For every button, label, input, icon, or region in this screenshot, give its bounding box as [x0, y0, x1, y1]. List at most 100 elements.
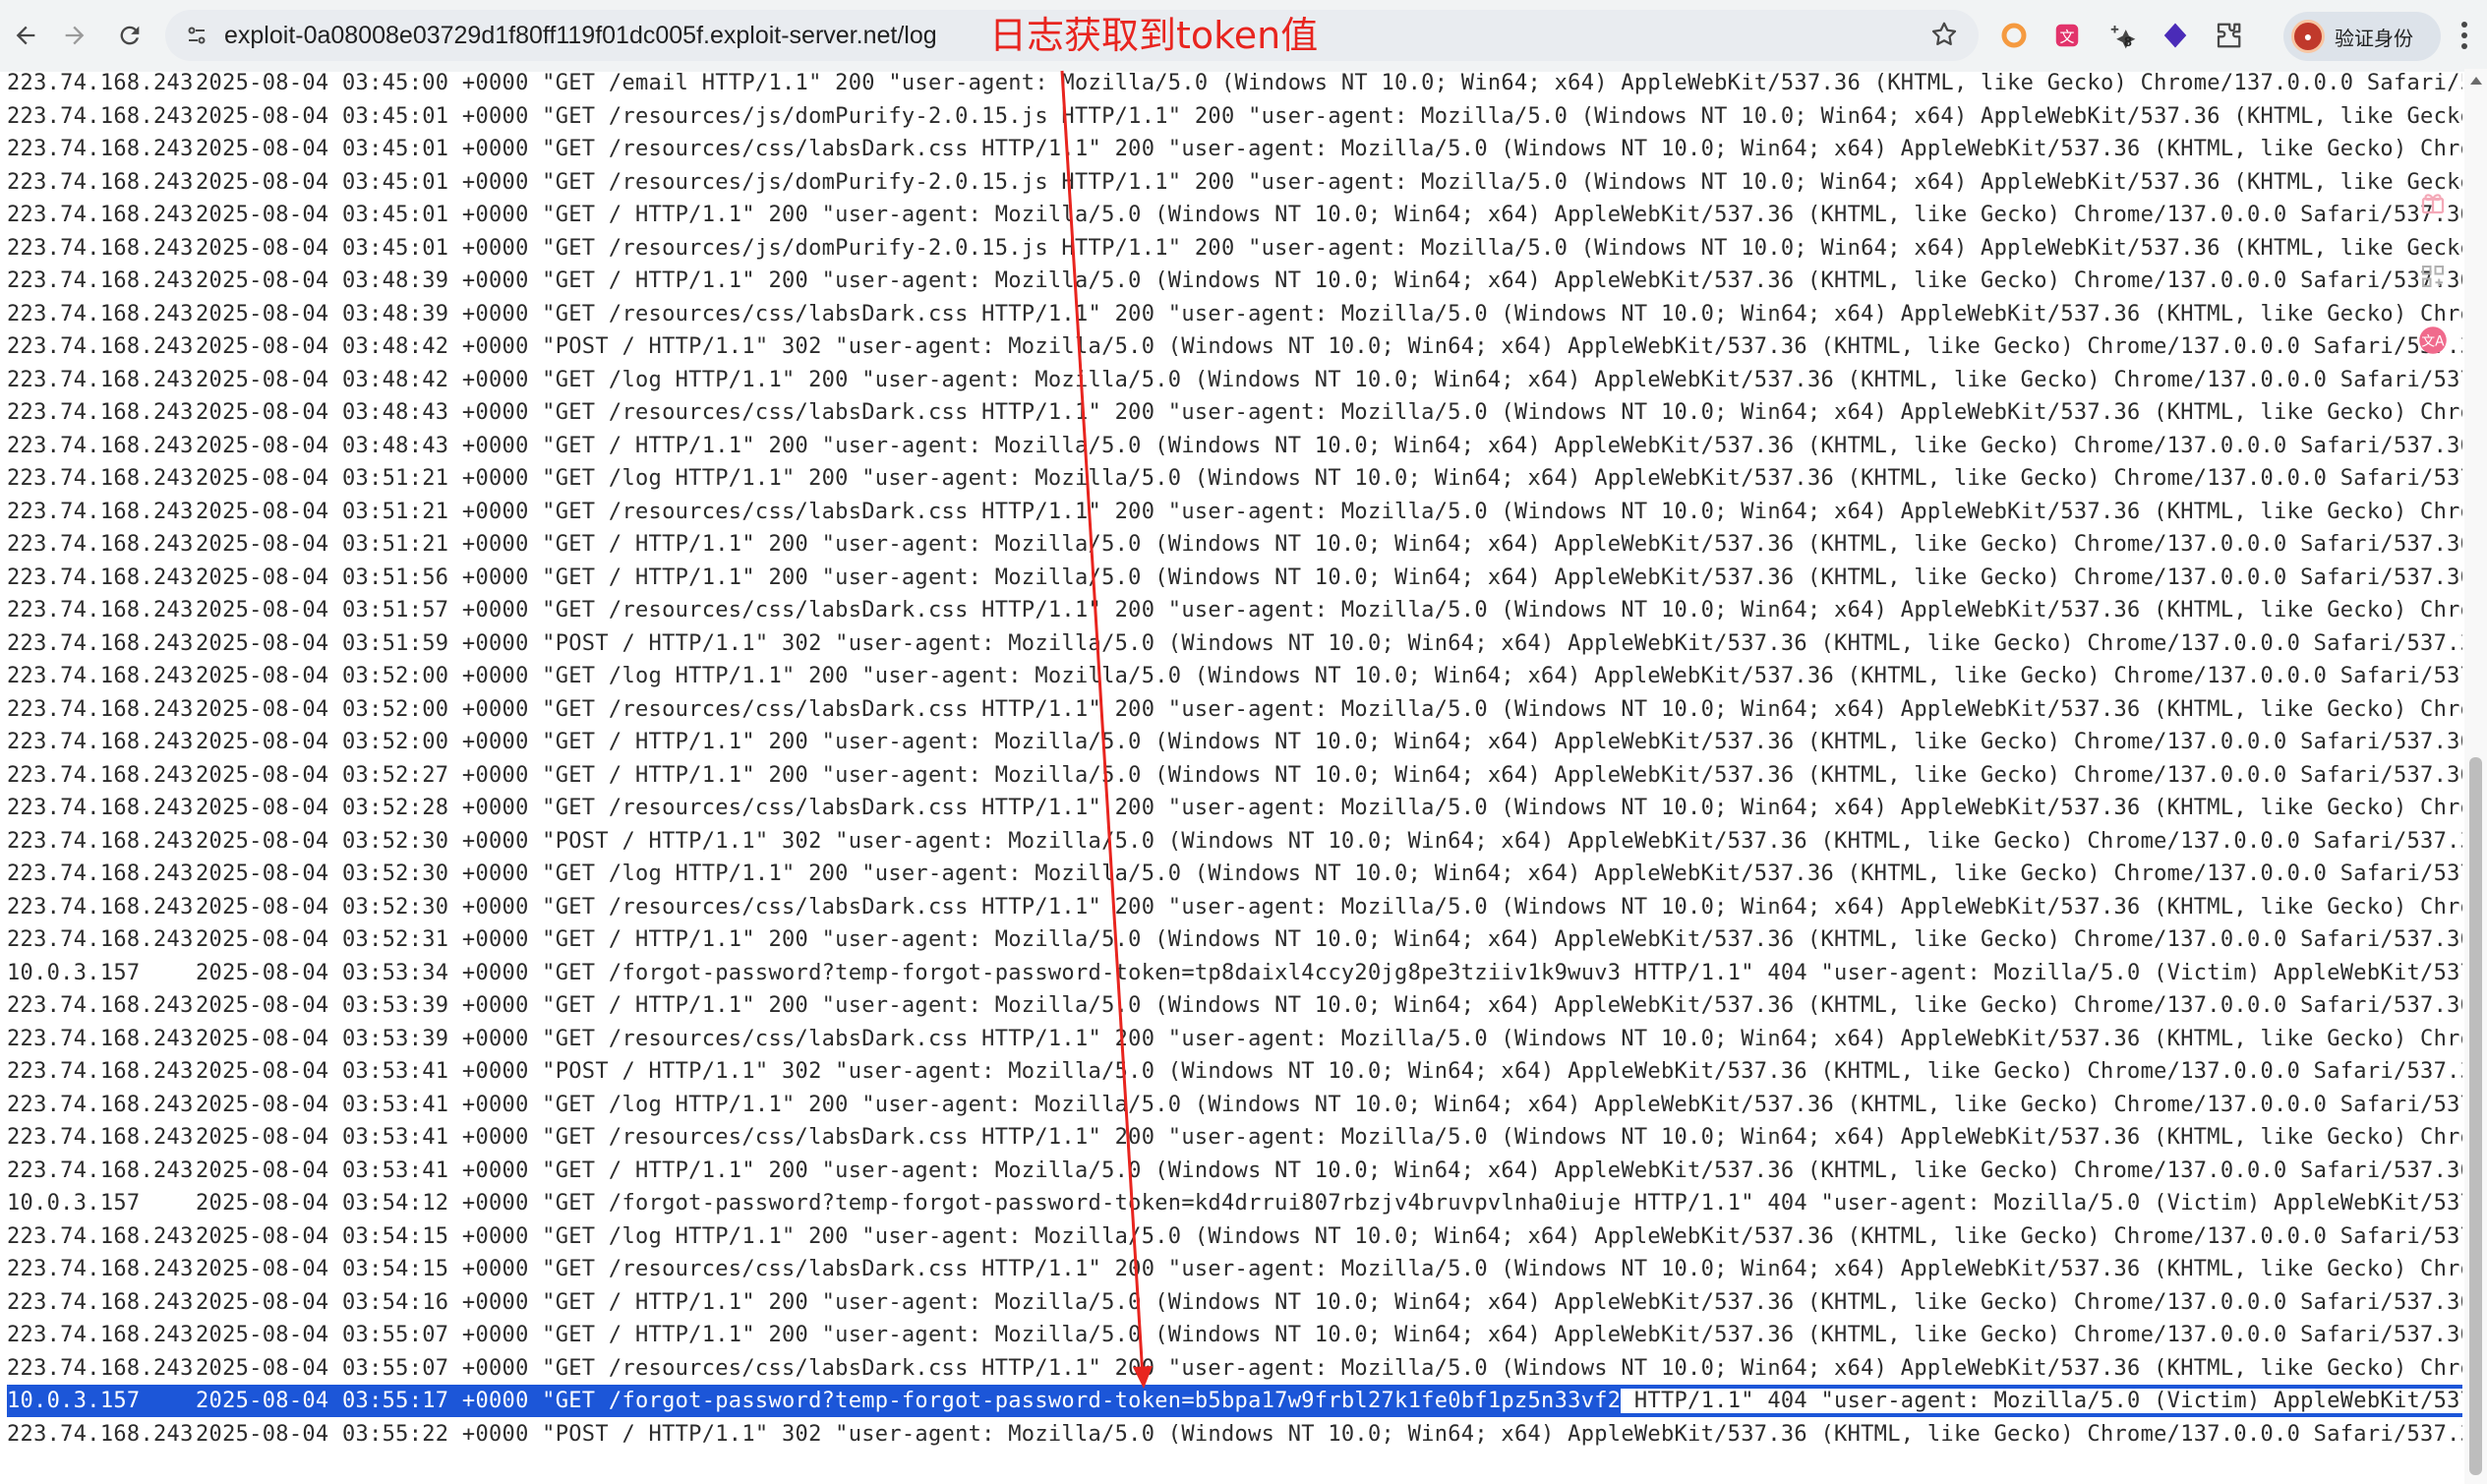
log-ip: 223.74.168.243 — [7, 499, 194, 524]
log-ip: 223.74.168.243 — [7, 861, 194, 886]
log-row: 223.74.168.243 2025-08-04 03:48:39 +0000 … — [7, 265, 2462, 297]
log-row: 223.74.168.243 2025-08-04 03:52:30 +0000 … — [7, 858, 2462, 890]
bookmark-button[interactable] — [1929, 20, 1961, 51]
log-ip: 223.74.168.243 — [7, 71, 194, 95]
log-entry: 2025-08-04 03:51:21 +0000 "GET /resource… — [196, 499, 2462, 524]
log-ip: 223.74.168.243 — [7, 103, 194, 129]
extension-2-button[interactable]: 文 — [2051, 20, 2083, 51]
log-entry: 2025-08-04 03:52:30 +0000 "GET /resource… — [196, 894, 2462, 920]
log-row: 223.74.168.243 2025-08-04 03:45:01 +0000 … — [7, 166, 2462, 199]
extension-1-button[interactable] — [1998, 20, 2030, 51]
log-row: 223.74.168.243 2025-08-04 03:52:31 +0000 … — [7, 923, 2462, 956]
log-row: 223.74.168.243 2025-08-04 03:54:15 +0000 … — [7, 1253, 2462, 1285]
log-row: 223.74.168.243 2025-08-04 03:55:07 +0000 … — [7, 1319, 2462, 1351]
log-row: 223.74.168.243 2025-08-04 03:52:00 +0000 … — [7, 660, 2462, 692]
log-row: 223.74.168.243 2025-08-04 03:55:22 +0000 … — [7, 1418, 2462, 1451]
log-row: 223.74.168.243 2025-08-04 03:52:27 +0000 … — [7, 759, 2462, 792]
log-entry: 2025-08-04 03:52:28 +0000 "GET /resource… — [196, 796, 2462, 820]
log-row: 223.74.168.243 2025-08-04 03:48:43 +0000 … — [7, 430, 2462, 462]
log-row: 223.74.168.243 2025-08-04 03:52:30 +0000 … — [7, 891, 2462, 923]
log-row: 223.74.168.243 2025-08-04 03:51:21 +0000 … — [7, 528, 2462, 561]
log-ip: 223.74.168.243 — [7, 268, 194, 293]
log-ip: 223.74.168.243 — [7, 927, 194, 952]
log-row: 223.74.168.243 2025-08-04 03:54:16 +0000 … — [7, 1286, 2462, 1319]
log-row: 223.74.168.243 2025-08-04 03:45:01 +0000 … — [7, 199, 2462, 231]
log-row: 223.74.168.243 2025-08-04 03:51:59 +0000 … — [7, 627, 2462, 660]
translate-float-button[interactable]: 文A — [2412, 320, 2454, 361]
back-arrow-icon — [16, 26, 35, 45]
scrollbar-thumb[interactable] — [2469, 757, 2482, 1475]
extension-badge: 8 — [2124, 33, 2132, 49]
log-entry: 2025-08-04 03:48:39 +0000 "GET / HTTP/1.… — [196, 268, 2462, 293]
apps-grid-icon — [2422, 266, 2444, 287]
log-entry: 2025-08-04 03:52:30 +0000 "POST / HTTP/1… — [196, 828, 2462, 854]
log-entry: 2025-08-04 03:52:00 +0000 "GET /log HTTP… — [196, 664, 2462, 688]
log-entry: 2025-08-04 03:51:57 +0000 "GET /resource… — [196, 598, 2462, 623]
back-button[interactable] — [4, 14, 47, 57]
log-entry: 2025-08-04 03:55:22 +0000 "POST / HTTP/1… — [196, 1421, 2462, 1447]
log-entry-tail: HTTP/1.1" 404 "user-agent: Mozilla/5.0 (… — [1621, 1389, 2462, 1413]
log-row: 10.0.3.157 2025-08-04 03:54:12 +0000 "GET… — [7, 1187, 2462, 1219]
profile-verify-button[interactable]: ● 验证身份 — [2283, 12, 2441, 61]
log-entry: 2025-08-04 03:48:39 +0000 "GET /resource… — [196, 301, 2462, 326]
site-info-icon — [188, 27, 206, 44]
log-entry: 2025-08-04 03:53:34 +0000 "GET /forgot-p… — [196, 960, 2462, 985]
log-ip: 223.74.168.243 — [7, 169, 194, 195]
log-row: 223.74.168.243 2025-08-04 03:45:01 +0000 … — [7, 232, 2462, 265]
log-entry: 2025-08-04 03:51:21 +0000 "GET /log HTTP… — [196, 466, 2462, 491]
reload-button[interactable] — [108, 14, 151, 57]
log-ip: 223.74.168.243 — [7, 1323, 194, 1347]
log-ip: 223.74.168.243 — [7, 630, 194, 656]
site-info-button[interactable] — [179, 18, 214, 53]
log-entry: 2025-08-04 03:54:16 +0000 "GET / HTTP/1.… — [196, 1289, 2462, 1315]
svg-text:文: 文 — [2059, 28, 2074, 45]
extension-3-button[interactable] — [2106, 20, 2138, 51]
extensions-menu-button[interactable] — [2213, 20, 2244, 51]
log-row: 223.74.168.243 2025-08-04 03:51:21 +0000 … — [7, 496, 2462, 528]
log-ip: 223.74.168.243 — [7, 1158, 194, 1183]
log-entry: 2025-08-04 03:53:39 +0000 "GET / HTTP/1.… — [196, 993, 2462, 1018]
log-row-selected: 10.0.3.157 2025-08-04 03:55:17 +0000 "GET… — [7, 1385, 2462, 1417]
log-entry: 2025-08-04 03:48:42 +0000 "POST / HTTP/1… — [196, 334, 2462, 359]
log-ip: 223.74.168.243 — [7, 532, 194, 557]
log-row: 223.74.168.243 2025-08-04 03:53:41 +0000 … — [7, 1055, 2462, 1088]
log-entry: 2025-08-04 03:51:21 +0000 "GET / HTTP/1.… — [196, 532, 2462, 557]
extension-4-button[interactable] — [2160, 20, 2191, 51]
log-entry: 2025-08-04 03:53:41 +0000 "GET /log HTTP… — [196, 1092, 2462, 1117]
kebab-menu-icon — [2461, 22, 2467, 49]
log-ip: 223.74.168.243 — [7, 1223, 194, 1249]
log-row: 223.74.168.243 2025-08-04 03:51:57 +0000 … — [7, 594, 2462, 626]
log-entry: 2025-08-04 03:53:41 +0000 "GET / HTTP/1.… — [196, 1158, 2462, 1183]
log-ip: 10.0.3.157 — [7, 960, 141, 985]
log-row: 223.74.168.243 2025-08-04 03:55:07 +0000 … — [7, 1352, 2462, 1385]
log-row: 223.74.168.243 2025-08-04 03:52:28 +0000 … — [7, 792, 2462, 824]
log-entry: 2025-08-04 03:51:59 +0000 "POST / HTTP/1… — [196, 630, 2462, 656]
log-entry: 2025-08-04 03:52:27 +0000 "GET / HTTP/1.… — [196, 762, 2462, 788]
log-row: 223.74.168.243 2025-08-04 03:51:56 +0000 … — [7, 562, 2462, 594]
log-ip: 223.74.168.243 — [7, 993, 194, 1018]
log-entry: 2025-08-04 03:45:01 +0000 "GET /resource… — [196, 235, 2462, 261]
log-ip: 223.74.168.243 — [7, 1092, 194, 1117]
log-row: 10.0.3.157 2025-08-04 03:53:34 +0000 "GET… — [7, 957, 2462, 989]
browser-menu-button[interactable] — [2447, 18, 2482, 53]
vertical-scrollbar[interactable] — [2464, 69, 2487, 1484]
log-row: 223.74.168.243 2025-08-04 03:52:00 +0000 … — [7, 693, 2462, 726]
log-entry: 2025-08-04 03:45:00 +0000 "GET /email HT… — [196, 71, 2462, 95]
log-ip: 223.74.168.243 — [7, 137, 194, 161]
orange-ring-icon — [2001, 23, 2027, 48]
apps-button[interactable] — [2412, 256, 2454, 297]
log-ip: 223.74.168.243 — [7, 400, 194, 425]
url-text[interactable]: exploit-0a08008e03729d1f80ff119f01dc005f… — [224, 22, 937, 49]
forward-button[interactable] — [53, 14, 96, 57]
log-ip: 223.74.168.243 — [7, 664, 194, 688]
url-path: /log — [897, 22, 937, 49]
log-entry: 2025-08-04 03:55:07 +0000 "GET / HTTP/1.… — [196, 1323, 2462, 1347]
log-entry: 2025-08-04 03:52:30 +0000 "GET /log HTTP… — [196, 861, 2462, 886]
gift-button[interactable] — [2412, 182, 2454, 223]
log-row: 223.74.168.243 2025-08-04 03:45:01 +0000 … — [7, 100, 2462, 133]
log-entry: 2025-08-04 03:52:31 +0000 "GET / HTTP/1.… — [196, 927, 2462, 952]
log-ip: 223.74.168.243 — [7, 1355, 194, 1381]
svg-text:文A: 文A — [2421, 334, 2445, 350]
log-row: 223.74.168.243 2025-08-04 03:53:39 +0000 … — [7, 1023, 2462, 1055]
scroll-up-arrow-icon[interactable] — [2470, 77, 2482, 85]
